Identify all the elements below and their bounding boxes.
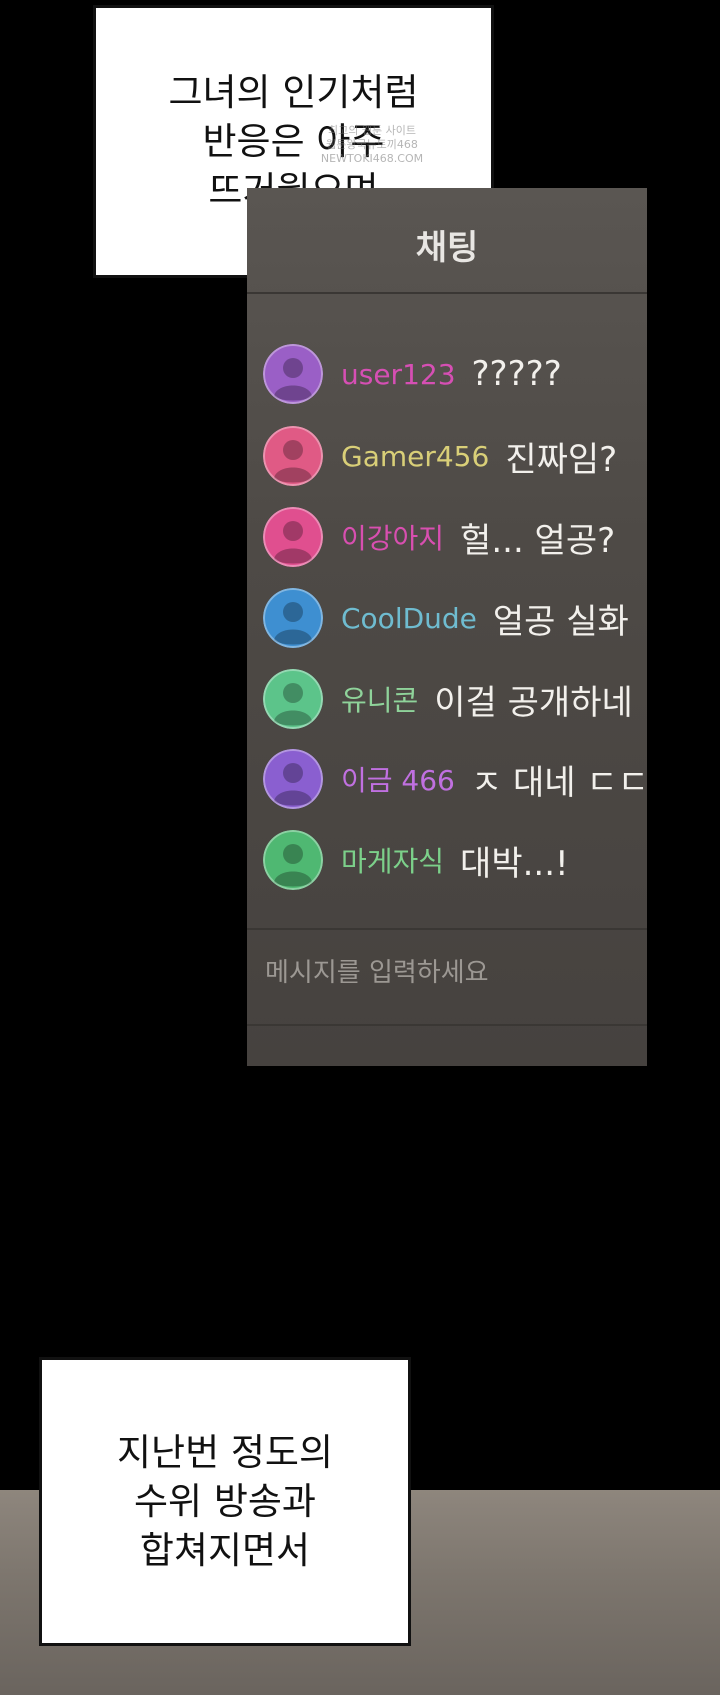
chat-message-text: 헐... 얼공?	[460, 520, 616, 561]
chat-username: Gamer456	[341, 439, 490, 473]
chat-username: user123	[341, 357, 456, 391]
chat-username: 이금 466	[341, 764, 455, 797]
caption-line: 지난번 정도의	[116, 1431, 333, 1474]
caption-line: 반응은 아주	[202, 120, 385, 163]
chat-panel: 채팅 user123 ????? Gamer456 진짜임? 이강아지 헐...…	[247, 188, 647, 1066]
caption-line: 합쳐지면서	[139, 1529, 311, 1572]
avatar-icon	[263, 830, 323, 890]
chat-message: 마게자식 대박...!	[263, 829, 647, 891]
chat-message-text: ?????	[471, 354, 562, 394]
caption-line: 그녀의 인기처럼	[168, 71, 419, 114]
chat-message-text: 이걸 공개하네	[434, 682, 633, 723]
chat-username: 마게자식	[341, 845, 445, 878]
chat-message: 이강아지 헐... 얼공?	[263, 506, 647, 568]
caption-line: 수위 방송과	[134, 1480, 316, 1523]
chat-message-text: 얼공 실화	[492, 601, 629, 642]
chat-message: user123 ?????	[263, 343, 647, 405]
divider	[247, 1024, 647, 1026]
avatar-icon	[263, 669, 323, 729]
caption-box-bottom: 지난번 정도의 수위 방송과 합쳐지면서	[39, 1357, 411, 1646]
avatar-icon	[263, 344, 323, 404]
avatar-icon	[263, 426, 323, 486]
chat-message: 이금 466 ㅈ 대네 ㄷㄷ	[263, 748, 647, 810]
avatar-icon	[263, 749, 323, 809]
chat-title: 채팅	[415, 228, 479, 268]
chat-username: 유니콘	[341, 684, 419, 717]
chat-message-text: 진짜임?	[505, 439, 618, 480]
divider	[247, 928, 647, 930]
chat-message: 유니콘 이걸 공개하네	[263, 668, 647, 730]
message-input[interactable]: 메시지를 입력하세요	[265, 943, 635, 1003]
avatar-icon	[263, 588, 323, 648]
chat-message-text: ㅈ 대네 ㄷㄷ	[470, 762, 647, 803]
avatar-icon	[263, 507, 323, 567]
chat-message-text: 대박...!	[460, 843, 569, 884]
chat-username: 이강아지	[341, 522, 445, 555]
divider	[247, 292, 647, 294]
chat-message: CoolDude 얼공 실화	[263, 587, 647, 649]
chat-message: Gamer456 진짜임?	[263, 425, 647, 487]
chat-username: CoolDude	[341, 601, 477, 635]
